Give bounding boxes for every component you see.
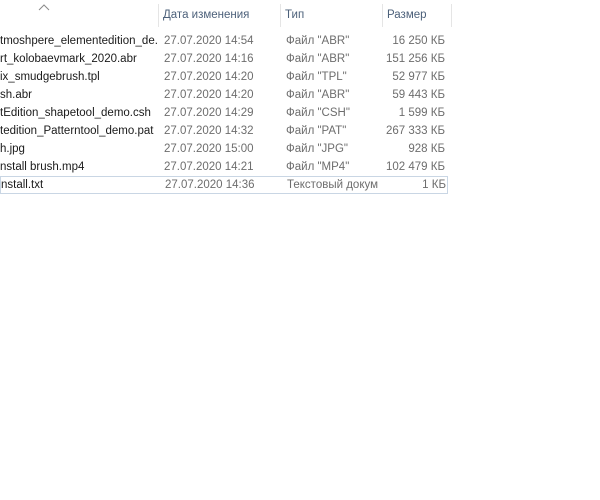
file-row[interactable]: rt_kolobaevmark_2020.abr 27.07.2020 14:1… <box>0 50 452 68</box>
file-size: 102 479 КБ <box>386 161 445 173</box>
file-size: 16 250 КБ <box>392 35 445 47</box>
column-separator[interactable] <box>451 4 452 27</box>
file-row[interactable]: nstall brush.mp4 27.07.2020 14:21 Файл "… <box>0 158 452 176</box>
file-explorer: Дата изменения Тип Размер tmoshpere_elem… <box>0 0 600 500</box>
file-date: 27.07.2020 14:36 <box>165 179 255 191</box>
file-type: Файл "MP4" <box>286 161 350 173</box>
file-date: 27.07.2020 14:54 <box>164 35 254 47</box>
file-date: 27.07.2020 14:20 <box>164 71 254 83</box>
file-size: 1 599 КБ <box>398 107 445 119</box>
file-row-focused[interactable]: nstall.txt 27.07.2020 14:36 Текстовый до… <box>0 176 448 194</box>
file-row[interactable]: sh.abr 27.07.2020 14:20 Файл "ABR" 59 44… <box>0 86 452 104</box>
file-row[interactable]: tmoshpere_elementedition_de... 27.07.202… <box>0 32 452 50</box>
file-date: 27.07.2020 14:29 <box>164 107 254 119</box>
file-type: Файл "ABR" <box>286 53 350 65</box>
file-name: tedition_Patterntool_demo.pat <box>0 125 154 137</box>
column-header-bar: Дата изменения Тип Размер <box>0 0 452 31</box>
file-name: tmoshpere_elementedition_de... <box>0 35 157 47</box>
file-type: Файл "CSH" <box>286 107 350 119</box>
file-type: Файл "TPL" <box>286 71 347 83</box>
file-list: tmoshpere_elementedition_de... 27.07.202… <box>0 32 452 194</box>
file-row[interactable]: h.jpg 27.07.2020 15:00 Файл "JPG" 928 КБ <box>0 140 452 158</box>
file-type: Файл "ABR" <box>286 35 350 47</box>
file-type: Файл "PAT" <box>286 125 347 137</box>
file-date: 27.07.2020 14:21 <box>164 161 254 173</box>
file-size: 151 256 КБ <box>386 53 445 65</box>
file-size: 59 443 КБ <box>392 89 445 101</box>
file-type: Файл "ABR" <box>286 89 350 101</box>
file-name: ix_smudgebrush.tpl <box>0 71 100 83</box>
file-name: rt_kolobaevmark_2020.abr <box>0 53 137 65</box>
file-date: 27.07.2020 14:16 <box>164 53 254 65</box>
file-date: 27.07.2020 15:00 <box>164 143 254 155</box>
chevron-up-icon[interactable] <box>38 3 50 11</box>
file-type: Файл "JPG" <box>286 143 348 155</box>
file-row[interactable]: ix_smudgebrush.tpl 27.07.2020 14:20 Файл… <box>0 68 452 86</box>
column-header-type[interactable]: Тип <box>280 4 382 27</box>
file-name: sh.abr <box>0 89 32 101</box>
file-row[interactable]: tEdition_shapetool_demo.csh 27.07.2020 1… <box>0 104 452 122</box>
column-header-date[interactable]: Дата изменения <box>158 4 280 27</box>
file-type: Текстовый докум... <box>287 179 379 191</box>
file-date: 27.07.2020 14:20 <box>164 89 254 101</box>
file-size: 52 977 КБ <box>392 71 445 83</box>
file-size: 1 КБ <box>422 179 446 191</box>
file-name: h.jpg <box>0 143 25 155</box>
file-size: 267 333 КБ <box>386 125 445 137</box>
file-row[interactable]: tedition_Patterntool_demo.pat 27.07.2020… <box>0 122 452 140</box>
file-date: 27.07.2020 14:32 <box>164 125 254 137</box>
file-size: 928 КБ <box>408 143 445 155</box>
file-name: nstall.txt <box>1 179 44 191</box>
file-name: tEdition_shapetool_demo.csh <box>0 107 151 119</box>
column-header-size[interactable]: Размер <box>382 4 452 27</box>
file-name: nstall brush.mp4 <box>0 161 85 173</box>
